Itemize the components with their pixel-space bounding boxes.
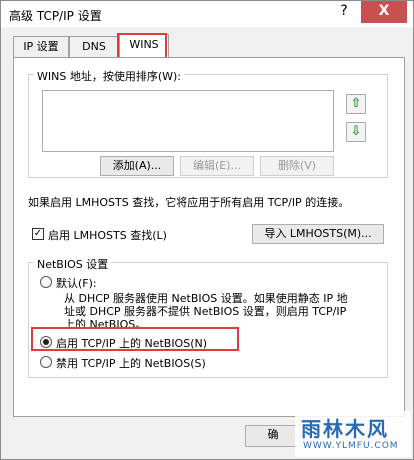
wins-group-label: WINS 地址，按使用排序(W): <box>34 68 184 84</box>
netbios-default-radio[interactable] <box>40 276 52 288</box>
close-button[interactable]: X <box>361 1 407 23</box>
lmhosts-info-text: 如果启用 LMHOSTS 查找，它将应用于所有启用 TCP/IP 的连接。 <box>28 196 350 209</box>
wins-panel: WINS 地址，按使用排序(W): ⇧ ⇩ 添加(A)... 编辑(E)... … <box>13 57 405 417</box>
netbios-enable-highlight <box>31 327 239 351</box>
import-lmhosts-button[interactable]: 导入 LMHOSTS(M)... <box>252 224 384 244</box>
arrow-up-icon: ⇧ <box>350 96 362 111</box>
advanced-tcpip-dialog: 高级 TCP/IP 设置 ? X IP 设置 DNS WINS WINS 地址，… <box>0 0 414 460</box>
netbios-disable-label: 禁用 TCP/IP 上的 NetBIOS(S) <box>56 357 206 370</box>
tab-dns[interactable]: DNS <box>69 36 119 58</box>
watermark: 雨林木风 WWW.YLMFU.COM <box>295 411 411 457</box>
netbios-group-label: NetBIOS 设置 <box>34 256 112 272</box>
netbios-default-label: 默认(F): <box>56 277 97 290</box>
delete-button[interactable]: 删除(V) <box>260 156 334 176</box>
move-down-button[interactable]: ⇩ <box>346 122 366 142</box>
help-button[interactable]: ? <box>327 1 361 23</box>
window-title: 高级 TCP/IP 设置 <box>9 9 102 23</box>
move-up-button[interactable]: ⇧ <box>346 94 366 114</box>
wins-address-list[interactable] <box>42 90 334 152</box>
add-button[interactable]: 添加(A)... <box>100 156 174 176</box>
arrow-down-icon: ⇩ <box>350 124 362 139</box>
title-bar: 高级 TCP/IP 设置 ? X <box>1 1 413 27</box>
tab-ip-settings[interactable]: IP 设置 <box>13 36 69 58</box>
edit-button[interactable]: 编辑(E)... <box>180 156 254 176</box>
ok-button[interactable]: 确 <box>245 425 301 447</box>
check-mark-icon: ✓ <box>33 228 43 239</box>
enable-lmhosts-checkbox[interactable]: ✓ <box>32 228 44 240</box>
watermark-logo: 雨林木风 <box>301 417 389 441</box>
enable-lmhosts-label: 启用 LMHOSTS 查找(L) <box>48 229 167 242</box>
netbios-disable-radio[interactable] <box>40 356 52 368</box>
watermark-url: WWW.YLMFU.COM <box>303 441 399 451</box>
